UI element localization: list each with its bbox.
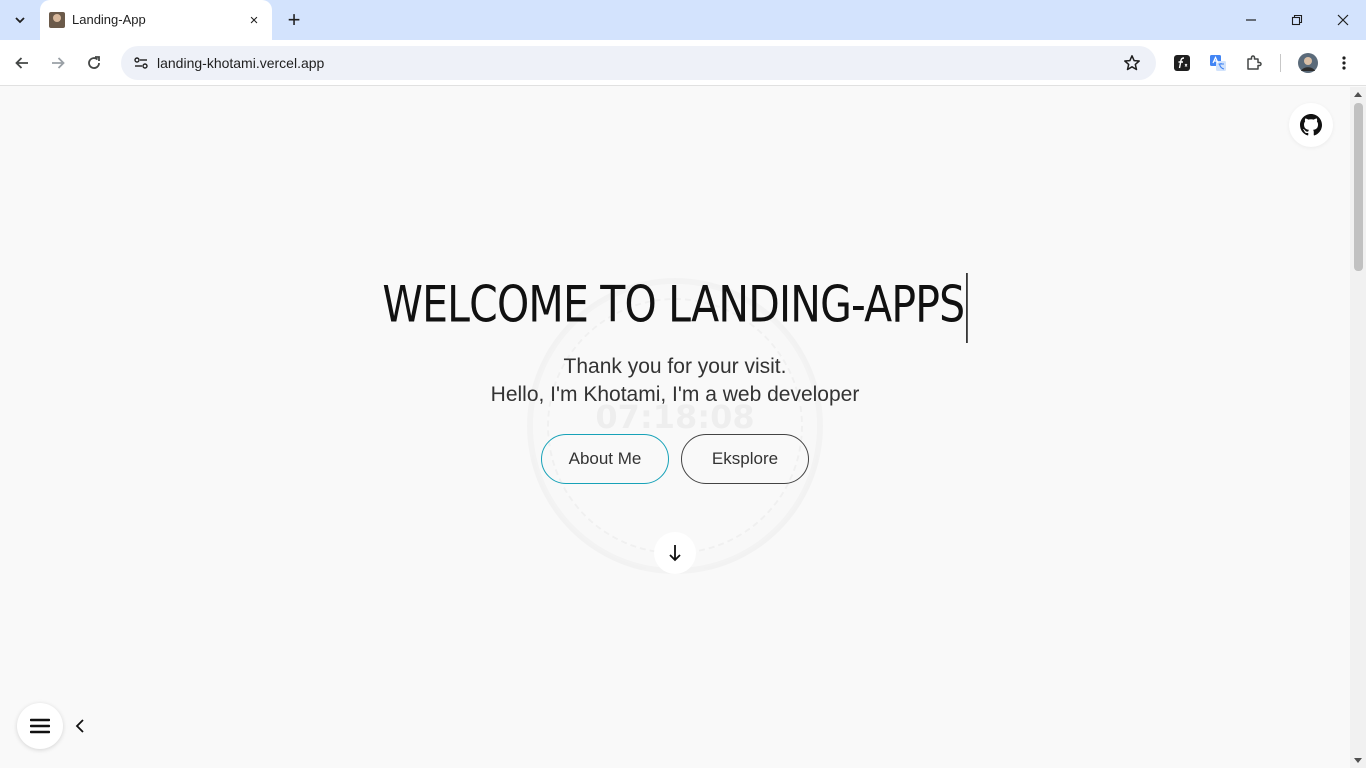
forward-button[interactable] bbox=[44, 49, 72, 77]
translate-icon bbox=[1210, 55, 1226, 71]
extensions-button[interactable] bbox=[1242, 51, 1266, 75]
forward-icon bbox=[52, 57, 65, 69]
github-icon bbox=[1300, 114, 1322, 136]
back-button[interactable] bbox=[8, 49, 36, 77]
font-extension-button[interactable] bbox=[1170, 51, 1194, 75]
close-icon bbox=[1337, 14, 1349, 26]
heading-text: WELCOME TO LANDING-APPS bbox=[382, 275, 965, 334]
site-info-icon bbox=[134, 57, 148, 69]
more-icon bbox=[1342, 56, 1346, 70]
font-extension-icon bbox=[1174, 55, 1190, 71]
reload-icon bbox=[88, 56, 100, 69]
arrow-down-icon bbox=[669, 545, 681, 562]
chevron-down-icon bbox=[15, 17, 25, 24]
page-scrollbar[interactable] bbox=[1350, 87, 1366, 768]
about-me-button[interactable]: About Me bbox=[541, 434, 669, 484]
site-info-button[interactable] bbox=[129, 51, 153, 75]
reload-button[interactable] bbox=[80, 49, 108, 77]
browser-toolbar bbox=[0, 40, 1366, 86]
extensions-icon bbox=[1247, 55, 1262, 70]
menu-button[interactable] bbox=[17, 703, 63, 749]
page-heading: WELCOME TO LANDING-APPS bbox=[122, 273, 1229, 343]
subtitle-line-1: Thank you for your visit. bbox=[563, 355, 787, 378]
tab-close-button[interactable]: × bbox=[244, 10, 264, 30]
tab-title: Landing-App bbox=[72, 12, 146, 27]
collapse-menu-button[interactable] bbox=[70, 715, 90, 737]
restore-button[interactable] bbox=[1274, 0, 1320, 40]
toolbar-separator bbox=[1280, 54, 1281, 72]
tab-favicon bbox=[49, 12, 65, 28]
new-tab-button[interactable]: + bbox=[280, 6, 308, 34]
scroll-down-button[interactable] bbox=[654, 532, 696, 574]
hamburger-icon bbox=[30, 718, 50, 734]
more-menu-button[interactable] bbox=[1332, 51, 1356, 75]
explore-button[interactable]: Eksplore bbox=[681, 434, 809, 484]
cta-buttons: About Me Eksplore bbox=[541, 434, 811, 484]
profile-avatar bbox=[1298, 53, 1318, 73]
subtitle-line-2: Hello, I'm Khotami, I'm a web developer bbox=[490, 383, 860, 406]
browser-tab[interactable]: Landing-App × bbox=[40, 0, 272, 40]
restore-icon bbox=[1291, 14, 1303, 26]
back-icon bbox=[15, 57, 28, 69]
translate-extension-button[interactable] bbox=[1206, 51, 1230, 75]
github-link[interactable] bbox=[1289, 103, 1333, 147]
profile-button[interactable] bbox=[1296, 51, 1320, 75]
bookmark-button[interactable] bbox=[1120, 51, 1144, 75]
tab-strip: Landing-App × + bbox=[0, 0, 1366, 40]
address-bar[interactable] bbox=[121, 46, 1156, 80]
chevron-left-icon bbox=[75, 719, 84, 733]
url-input[interactable] bbox=[157, 46, 1057, 80]
typing-cursor bbox=[965, 273, 968, 343]
scroll-up-arrow[interactable] bbox=[1354, 92, 1362, 97]
minimize-button[interactable] bbox=[1228, 0, 1274, 40]
minimize-icon bbox=[1246, 19, 1256, 21]
scroll-down-arrow[interactable] bbox=[1354, 758, 1362, 763]
page-viewport: 07:18:08 WELCOME TO LANDING-APPS Thank y… bbox=[0, 87, 1350, 768]
scroll-thumb[interactable] bbox=[1354, 103, 1363, 271]
close-window-button[interactable] bbox=[1320, 0, 1366, 40]
tab-search-button[interactable] bbox=[6, 6, 34, 34]
star-icon bbox=[1124, 55, 1140, 71]
